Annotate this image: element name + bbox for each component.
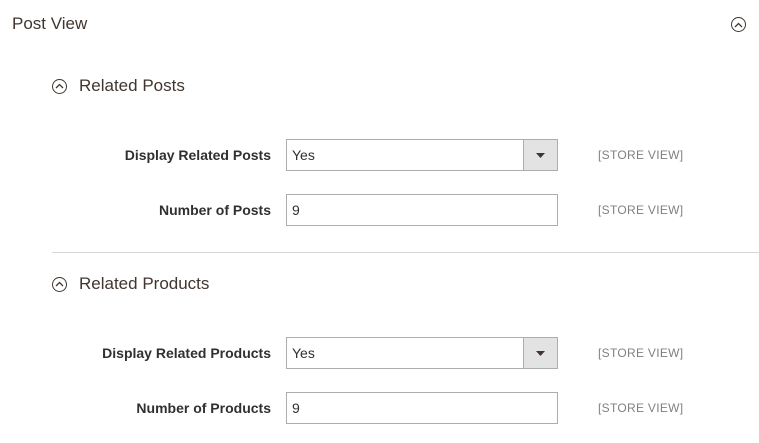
scope-label: [STORE VIEW] [598, 346, 684, 360]
field-label: Number of Products [136, 400, 271, 416]
number-of-posts-input[interactable] [286, 194, 558, 226]
scope-label: [STORE VIEW] [598, 148, 684, 162]
triangle-down-icon [536, 350, 545, 356]
section-header-related-posts[interactable]: Related Posts [52, 75, 185, 97]
field-label: Display Related Products [102, 345, 271, 361]
field-label: Number of Posts [158, 202, 271, 218]
chevron-up-circle-icon [52, 78, 67, 94]
section-title: Related Posts [79, 76, 185, 95]
dropdown-button[interactable] [523, 338, 557, 368]
display-related-products-select[interactable]: Yes [286, 337, 558, 369]
scope-label: [STORE VIEW] [598, 401, 684, 415]
dropdown-button[interactable] [523, 140, 557, 170]
scope-label: [STORE VIEW] [598, 203, 684, 217]
chevron-up-circle-icon[interactable] [731, 17, 746, 32]
chevron-up-circle-icon [52, 276, 67, 292]
field-label: Display Related Posts [124, 147, 271, 163]
triangle-down-icon [536, 152, 545, 158]
display-related-posts-select[interactable]: Yes [286, 139, 558, 171]
page-title: Post View [12, 14, 88, 33]
number-of-products-input[interactable] [286, 392, 558, 424]
select-value: Yes [292, 345, 315, 361]
select-value: Yes [292, 147, 315, 163]
section-divider [52, 252, 759, 253]
section-title: Related Products [79, 274, 210, 293]
section-header-related-products[interactable]: Related Products [52, 273, 209, 295]
